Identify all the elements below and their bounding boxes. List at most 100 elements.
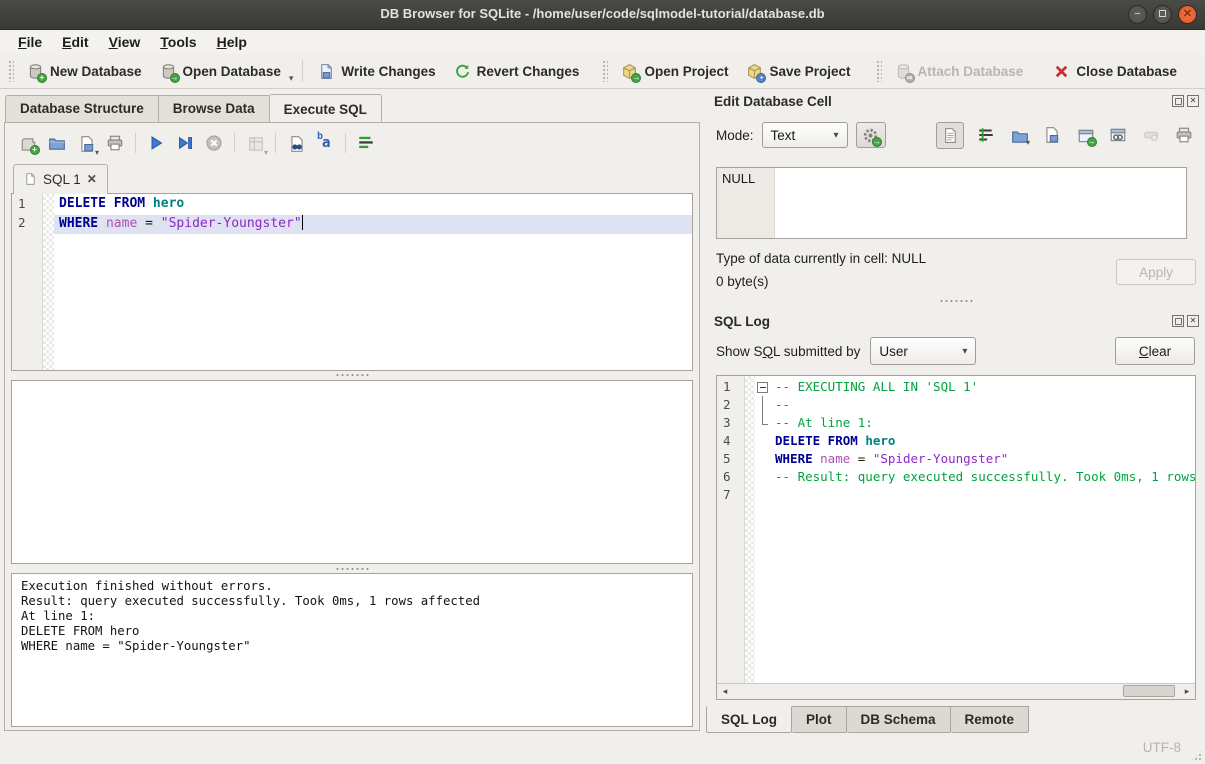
splitter-dots (335, 373, 369, 377)
log-filter-label: Show SQL submitted by (716, 344, 860, 359)
sql-log-surface[interactable]: 1-- EXECUTING ALL IN 'SQL 1'2--3-- At li… (717, 376, 1195, 683)
maximize-button[interactable] (1153, 5, 1172, 24)
save-results-button[interactable]: ▾ (242, 130, 268, 156)
print-sql-button[interactable] (102, 130, 128, 156)
minimize-button[interactable]: − (1128, 5, 1147, 24)
cell-null-indicator: NULL (717, 168, 775, 238)
code-line: 5WHERE name = "Spider-Youngster" (717, 450, 1195, 468)
new-database-button[interactable]: + New Database (18, 59, 151, 84)
sql-log-dock-header: SQL Log ✕ (714, 312, 1199, 330)
apply-button[interactable]: Apply (1116, 259, 1196, 285)
link-cell-button[interactable] (1107, 124, 1129, 146)
menu-tools[interactable]: Tools (150, 31, 206, 53)
cell-word-wrap-button[interactable] (975, 124, 997, 146)
new-database-icon: + (27, 63, 44, 80)
float-dock-icon[interactable] (1172, 315, 1184, 327)
toolbar-drag-handle[interactable] (876, 60, 882, 82)
close-button[interactable]: ✕ (1178, 5, 1197, 24)
open-database-button[interactable]: → Open Database (151, 59, 290, 84)
text-mode-button[interactable] (936, 122, 964, 149)
window-title: DB Browser for SQLite - /home/user/code/… (0, 6, 1205, 21)
menu-help[interactable]: Help (207, 31, 257, 53)
stop-execution-button[interactable] (201, 130, 227, 156)
tab-execute-sql[interactable]: Execute SQL (269, 94, 382, 124)
toolbar-drag-handle[interactable] (602, 60, 608, 82)
close-dock-icon[interactable]: ✕ (1187, 315, 1199, 327)
save-project-icon: ▪ (746, 63, 763, 80)
open-sql-file-button[interactable] (44, 130, 70, 156)
line-number: 4 (717, 432, 744, 450)
print-cell-button[interactable] (1173, 124, 1195, 146)
dock-tab-sql-log[interactable]: SQL Log (706, 706, 792, 733)
import-caret: ▾ (1026, 138, 1030, 147)
splitter-handle[interactable] (5, 566, 699, 572)
cell-text-area[interactable] (775, 168, 1186, 238)
sql-editor[interactable]: 1DELETE FROM hero2WHERE name = "Spider-Y… (11, 193, 693, 371)
dock-tab-remote[interactable]: Remote (951, 706, 1030, 733)
select-caret-icon: ▾ (824, 130, 839, 141)
cell-value-editor[interactable]: NULL (716, 167, 1187, 239)
fold-margin (744, 414, 755, 432)
word-wrap-button[interactable] (353, 130, 379, 156)
dock-tab-bar: SQL Log Plot DB Schema Remote (706, 706, 1029, 733)
menu-edit[interactable]: Edit (52, 31, 98, 53)
sql-editor-surface[interactable]: 1DELETE FROM hero2WHERE name = "Spider-Y… (12, 194, 692, 370)
scroll-right-arrow[interactable]: ▸ (1179, 684, 1195, 699)
tab-database-structure[interactable]: Database Structure (5, 95, 158, 123)
dock-splitter-handle[interactable] (706, 298, 1205, 304)
new-sql-tab-button[interactable]: + (15, 130, 41, 156)
log-horizontal-scrollbar[interactable]: ◂ ▸ (717, 683, 1195, 699)
close-sql-tab-icon[interactable]: ✕ (87, 172, 97, 186)
open-project-button[interactable]: → Open Project (612, 59, 737, 84)
scroll-left-arrow[interactable]: ◂ (717, 684, 733, 699)
line-number: 3 (717, 414, 744, 432)
dock-tab-plot[interactable]: Plot (792, 706, 847, 733)
open-file-icon (48, 134, 66, 152)
save-project-button[interactable]: ▪ Save Project (737, 59, 859, 84)
new-tab-icon: + (20, 135, 37, 152)
toolbar-separator (275, 133, 276, 153)
splitter-handle[interactable] (5, 372, 699, 378)
tab-browse-data[interactable]: Browse Data (158, 95, 269, 123)
fold-marker[interactable] (755, 378, 770, 396)
attach-database-button[interactable]: ∞ Attach Database (886, 59, 1033, 84)
mode-select[interactable]: Text ▾ (762, 122, 848, 148)
menu-file[interactable]: File (8, 31, 52, 53)
clear-log-button[interactable]: Clear (1115, 337, 1195, 365)
dock-tab-db-schema[interactable]: DB Schema (847, 706, 951, 733)
right-pane: Edit Database Cell ✕ Mode: Text ▾ → (706, 89, 1205, 764)
save-sql-file-button[interactable]: ▾ (73, 130, 99, 156)
find-button[interactable] (283, 130, 309, 156)
main-tab-bar: Database Structure Browse Data Execute S… (5, 94, 382, 123)
log-filter-select[interactable]: User ▾ (870, 337, 976, 365)
float-dock-icon[interactable] (1172, 95, 1184, 107)
write-changes-icon (318, 63, 335, 80)
set-null-button[interactable] (1140, 124, 1162, 146)
execute-all-button[interactable] (143, 130, 169, 156)
scrollbar-track[interactable] (733, 684, 1179, 699)
scrollbar-thumb[interactable] (1123, 685, 1175, 697)
close-dock-icon[interactable]: ✕ (1187, 95, 1199, 107)
execute-current-line-button[interactable] (172, 130, 198, 156)
fold-marker (755, 414, 770, 432)
resize-grip[interactable] (1190, 749, 1203, 762)
format-sql-button[interactable] (312, 130, 338, 156)
import-cell-data-button[interactable]: ▾ (1008, 124, 1030, 146)
menu-view[interactable]: View (99, 31, 151, 53)
sql-log-panel: 1-- EXECUTING ALL IN 'SQL 1'2--3-- At li… (716, 375, 1196, 700)
fold-column (755, 486, 770, 504)
fold-margin (42, 196, 54, 215)
code-text: WHERE name = "Spider-Youngster" (54, 215, 692, 234)
code-line: 4DELETE FROM hero (717, 432, 1195, 450)
toolbar-drag-handle[interactable] (8, 60, 14, 82)
write-changes-button[interactable]: Write Changes (309, 59, 444, 84)
print-icon (1175, 126, 1193, 144)
close-database-button[interactable]: Close Database (1044, 59, 1186, 84)
results-grid[interactable] (11, 380, 693, 564)
tab-sql-1[interactable]: SQL 1 ✕ (13, 164, 108, 194)
export-cell-data-button[interactable] (1041, 124, 1063, 146)
auto-apply-button[interactable]: → (856, 122, 886, 148)
revert-changes-button[interactable]: Revert Changes (445, 59, 589, 84)
open-database-dropdown-caret[interactable]: ▾ (286, 69, 297, 88)
open-in-external-button[interactable]: → (1074, 124, 1096, 146)
